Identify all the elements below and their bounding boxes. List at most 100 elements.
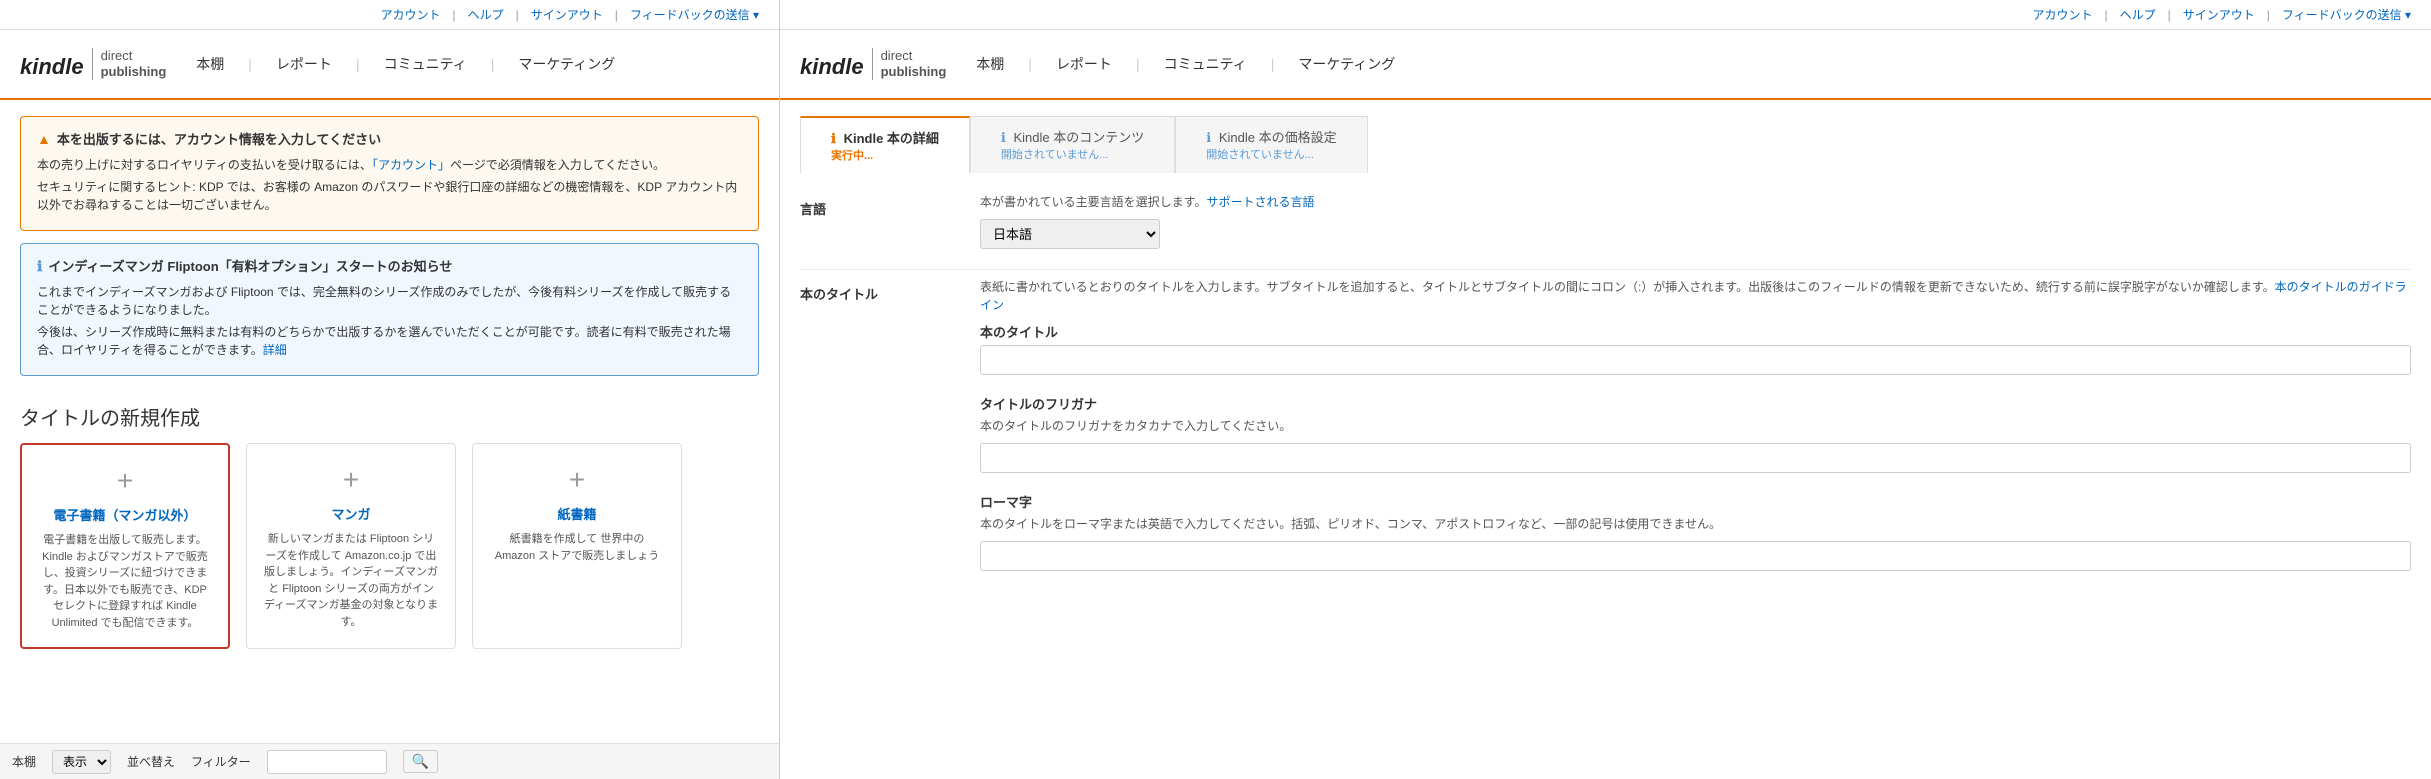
left-top-nav: アカウント | ヘルプ | サインアウト | フィードバックの送信 ▾	[0, 0, 779, 30]
card-ebook[interactable]: + 電子書籍（マンガ以外） 電子書籍を出版して販売します。Kindle およびマ…	[20, 443, 230, 649]
title-main-sublabel: 本のタイトル	[980, 322, 2411, 341]
manga-card-desc: 新しいマンガまたは Fliptoon シリーズを作成して Amazon.co.j…	[263, 531, 439, 630]
left-nav-hondana[interactable]: 本棚	[196, 54, 224, 74]
step-tabs: ℹ Kindle 本の詳細 実行中... ℹ Kindle 本のコンテンツ 開始…	[780, 100, 2431, 173]
right-logo: kindle direct publishing	[800, 48, 946, 79]
account-link[interactable]: 「アカウント」	[372, 158, 450, 172]
book-title-content-col: 表紙に書かれているとおりのタイトルを入力します。サブタイトルを追加すると、タイト…	[960, 278, 2411, 571]
left-logo: kindle direct publishing	[20, 48, 166, 79]
left-nav-links: 本棚 | レポート | コミュニティ | マーケティング	[196, 54, 615, 74]
cards-row: + 電子書籍（マンガ以外） 電子書籍を出版して販売します。Kindle およびマ…	[0, 443, 779, 649]
left-panel: アカウント | ヘルプ | サインアウト | フィードバックの送信 ▾ kind…	[0, 0, 780, 779]
alert-info-line1: これまでインディーズマンガおよび Fliptoon では、完全無料のシリーズ作成…	[37, 283, 742, 319]
right-sep1: |	[2104, 8, 2107, 22]
bottom-label1: 本棚	[12, 753, 36, 770]
title-main-input[interactable]	[980, 345, 2411, 375]
bottom-label3: 並べ替え	[127, 753, 175, 770]
alert-warning-line2: セキュリティに関するヒント: KDP では、お客様の Amazon のパスワード…	[37, 178, 742, 214]
form-area: 言語 本が書かれている主要言語を選択します。サポートされる言語 日本語 Engl…	[780, 173, 2431, 779]
manga-card-title: マンガ	[331, 504, 370, 523]
title-roman-input[interactable]	[980, 541, 2411, 571]
right-panel: アカウント | ヘルプ | サインアウト | フィードバックの送信 ▾ kind…	[780, 0, 2431, 779]
right-signout-link[interactable]: サインアウト	[2183, 6, 2255, 23]
ebook-card-title: 電子書籍（マンガ以外）	[53, 505, 196, 524]
language-select[interactable]: 日本語 English	[980, 219, 1160, 249]
left-nav-marketing[interactable]: マーケティング	[518, 54, 615, 74]
tab-details-icon: ℹ	[831, 131, 836, 146]
title-guide-link[interactable]: 本のタイトルのガイドライン	[980, 280, 2407, 312]
book-title-desc: 表紙に書かれているとおりのタイトルを入力します。サブタイトルを追加すると、タイト…	[980, 278, 2411, 314]
divider-1	[800, 269, 2411, 270]
language-label: 言語	[800, 199, 960, 218]
book-title-label-col: 本のタイトル	[800, 278, 960, 307]
title-roman-sublabel: ローマ字	[980, 492, 2411, 511]
title-furigana-input[interactable]	[980, 443, 2411, 473]
tab-details-status: 実行中...	[831, 147, 939, 163]
right-logo-kindle: kindle	[800, 54, 864, 80]
language-label-col: 言語	[800, 193, 960, 222]
left-sep3: |	[615, 8, 618, 22]
card-paperback[interactable]: + 紙書籍 紙書籍を作成して 世界中の Amazon ストアで販売しましょう	[472, 443, 682, 649]
book-title-label: 本のタイトル	[800, 284, 960, 303]
card-manga[interactable]: + マンガ 新しいマンガまたは Fliptoon シリーズを作成して Amazo…	[246, 443, 456, 649]
tab-pricing-status: 開始されていません...	[1206, 146, 1336, 162]
left-account-link[interactable]: アカウント	[380, 6, 440, 23]
left-logo-direct-text: direct	[101, 48, 167, 64]
manga-plus-icon: +	[343, 464, 359, 496]
right-main-nav: kindle direct publishing 本棚 | レポート | コミュ…	[780, 30, 2431, 100]
tab-details[interactable]: ℹ Kindle 本の詳細 実行中...	[800, 116, 970, 173]
alert-warning-title: ▲ 本を出版するには、アカウント情報を入力してください	[37, 129, 742, 150]
title-furigana-sublabel: タイトルのフリガナ	[980, 394, 2411, 413]
left-sep2: |	[516, 8, 519, 22]
warning-icon: ▲	[37, 129, 51, 150]
section-title: タイトルの新規作成	[0, 392, 779, 439]
alert-info: ℹ インディーズマンガ Fliptoon「有料オプション」スタートのお知らせ こ…	[20, 243, 759, 376]
right-feedback-link[interactable]: フィードバックの送信 ▾	[2282, 6, 2411, 23]
left-alerts: ▲ 本を出版するには、アカウント情報を入力してください 本の売り上げに対するロイ…	[0, 100, 779, 392]
right-logo-direct: direct publishing	[872, 48, 947, 79]
paperback-plus-icon: +	[569, 464, 585, 496]
alert-info-line2: 今後は、シリーズ作成時に無料または有料のどちらかで出版するかを選んでいただくこと…	[37, 323, 742, 359]
tab-contents[interactable]: ℹ Kindle 本のコンテンツ 開始されていません...	[970, 116, 1175, 173]
tab-details-label: Kindle 本の詳細	[844, 131, 939, 146]
bottom-label4: フィルター	[191, 753, 251, 770]
paperback-card-desc: 紙書籍を作成して 世界中の Amazon ストアで販売しましょう	[489, 531, 665, 564]
left-bottom-bar: 本棚 表示 並べ替え フィルター 🔍	[0, 743, 779, 779]
left-feedback-link[interactable]: フィードバックの送信 ▾	[630, 6, 759, 23]
alert-warning: ▲ 本を出版するには、アカウント情報を入力してください 本の売り上げに対するロイ…	[20, 116, 759, 231]
alert-warning-line1: 本の売り上げに対するロイヤリティの支払いを受け取るには、「アカウント」ページで必…	[37, 156, 742, 174]
right-account-link[interactable]: アカウント	[2032, 6, 2092, 23]
tab-pricing-label: Kindle 本の価格設定	[1219, 130, 1337, 145]
left-nav-community[interactable]: コミュニティ	[384, 54, 467, 74]
left-signout-link[interactable]: サインアウト	[531, 6, 603, 23]
tab-pricing[interactable]: ℹ Kindle 本の価格設定 開始されていません...	[1175, 116, 1367, 173]
tab-contents-icon: ℹ	[1001, 130, 1006, 145]
right-logo-direct-text: direct	[881, 48, 947, 64]
tab-contents-label: Kindle 本のコンテンツ	[1014, 130, 1145, 145]
right-nav-report[interactable]: レポート	[1056, 54, 1112, 74]
left-nav-report[interactable]: レポート	[276, 54, 332, 74]
left-logo-direct: direct publishing	[92, 48, 167, 79]
right-nav-hondana[interactable]: 本棚	[976, 54, 1004, 74]
left-main-nav: kindle direct publishing 本棚 | レポート | コミュ…	[0, 30, 779, 100]
title-furigana-desc: 本のタイトルのフリガナをカタカナで入力してください。	[980, 417, 2411, 435]
right-sep2: |	[2168, 8, 2171, 22]
bottom-search-button[interactable]: 🔍	[403, 750, 438, 773]
alert-info-title: ℹ インディーズマンガ Fliptoon「有料オプション」スタートのお知らせ	[37, 256, 742, 277]
left-logo-publishing-text: publishing	[101, 64, 167, 80]
right-help-link[interactable]: ヘルプ	[2120, 6, 2156, 23]
right-top-nav: アカウント | ヘルプ | サインアウト | フィードバックの送信 ▾	[780, 0, 2431, 30]
bottom-display-select[interactable]: 表示	[52, 750, 111, 774]
right-nav-community[interactable]: コミュニティ	[1164, 54, 1247, 74]
bottom-search-input[interactable]	[267, 750, 387, 774]
form-row-language: 言語 本が書かれている主要言語を選択します。サポートされる言語 日本語 Engl…	[800, 193, 2411, 249]
ebook-plus-icon: +	[117, 465, 133, 497]
left-sep1: |	[452, 8, 455, 22]
supported-langs-link[interactable]: サポートされる言語	[1206, 195, 1314, 209]
left-logo-kindle: kindle	[20, 54, 84, 80]
left-help-link[interactable]: ヘルプ	[468, 6, 504, 23]
detail-link[interactable]: 詳細	[263, 343, 287, 357]
right-nav-marketing[interactable]: マーケティング	[1298, 54, 1395, 74]
language-content-col: 本が書かれている主要言語を選択します。サポートされる言語 日本語 English	[960, 193, 2411, 249]
right-nav-links: 本棚 | レポート | コミュニティ | マーケティング	[976, 54, 1395, 74]
